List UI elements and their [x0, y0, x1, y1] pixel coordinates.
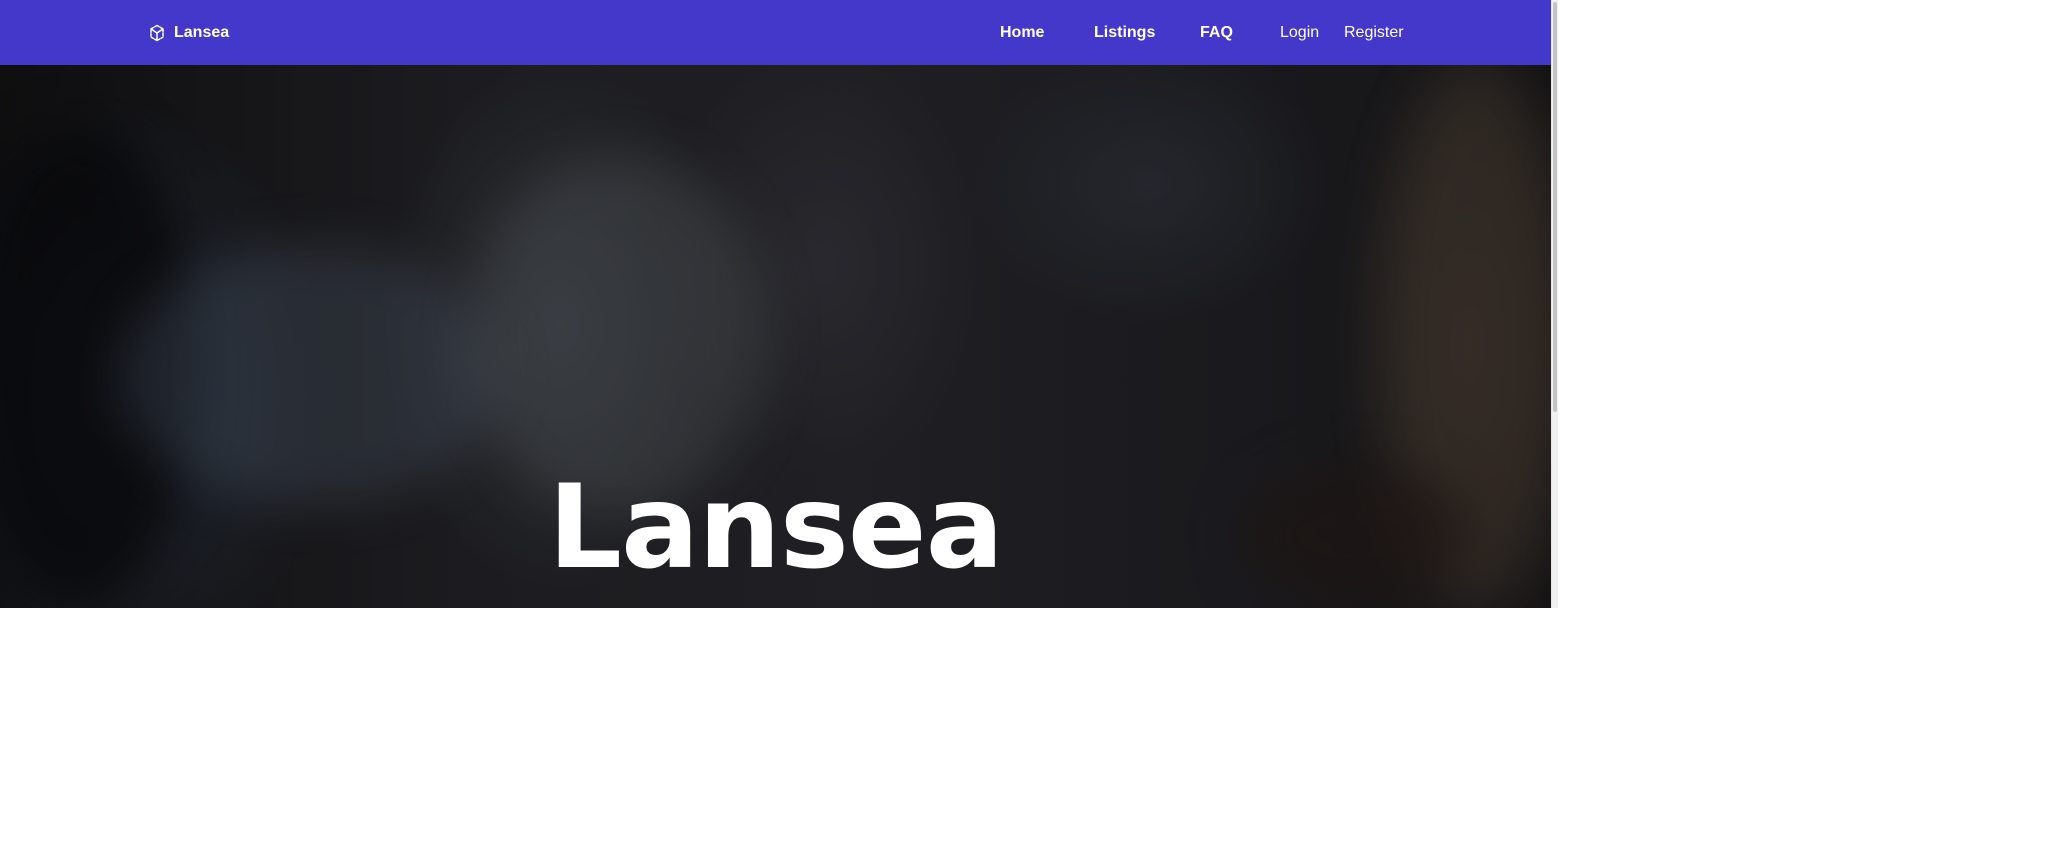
page-scrollbar[interactable]: [1551, 0, 1558, 608]
nav-faq-link[interactable]: FAQ: [1200, 0, 1233, 65]
nav-login-link[interactable]: Login: [1280, 0, 1319, 65]
main-nav: Home Listings FAQ Login Register: [0, 0, 1551, 65]
page-viewport: Lansea Home Listings FAQ Login Register …: [0, 0, 1551, 608]
nav-home-link[interactable]: Home: [1000, 0, 1044, 65]
nav-listings-link[interactable]: Listings: [1094, 0, 1155, 65]
navbar: Lansea Home Listings FAQ Login Register: [0, 0, 1551, 65]
nav-register-link[interactable]: Register: [1344, 0, 1404, 65]
hero-section: Lansea: [0, 65, 1551, 608]
hero-title: Lansea: [548, 460, 1004, 595]
scrollbar-thumb[interactable]: [1553, 2, 1557, 412]
